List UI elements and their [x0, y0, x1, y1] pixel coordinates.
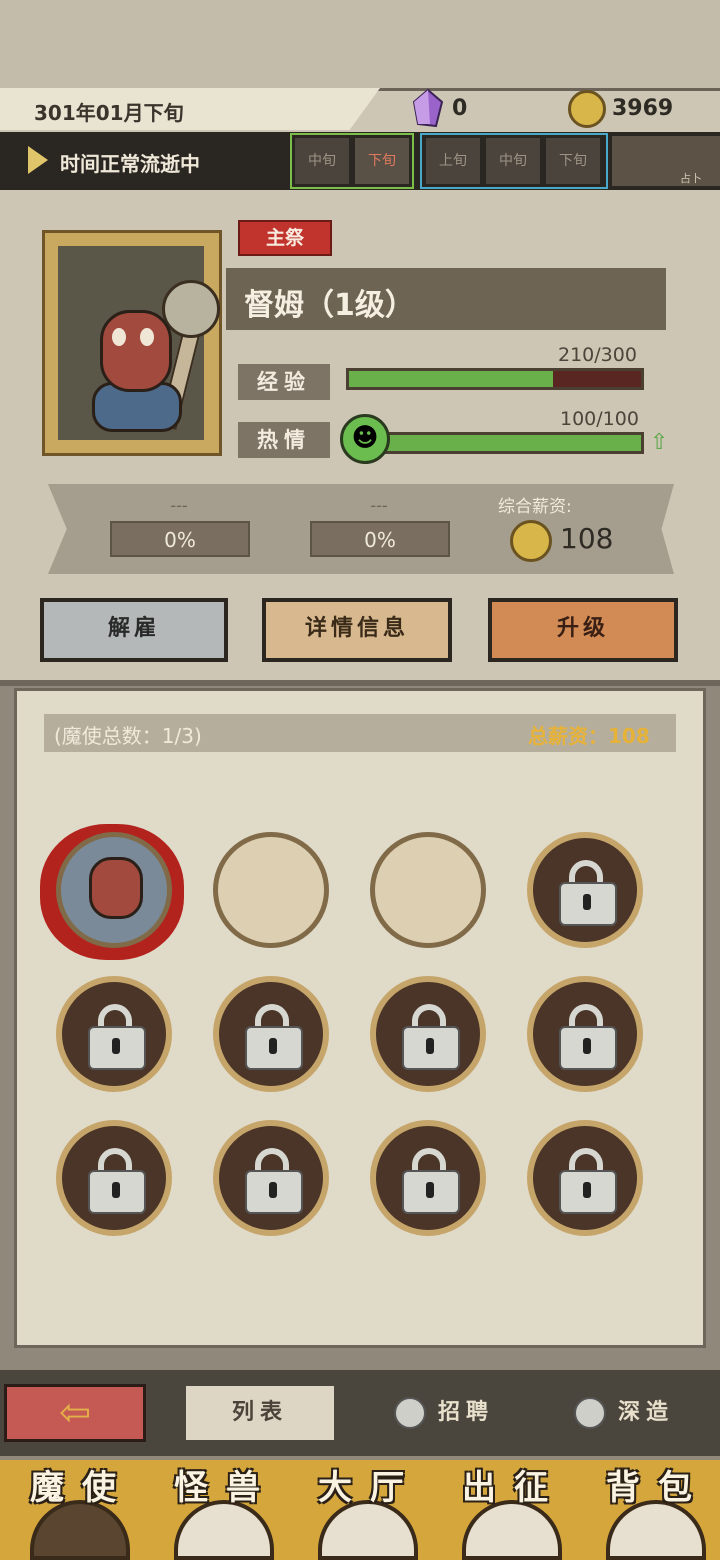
- tab-list[interactable]: 列表: [186, 1386, 334, 1440]
- keyhole-icon: [269, 1038, 277, 1054]
- smile-face-icon: ☻: [340, 414, 390, 464]
- nav-item-hall[interactable]: 大厅: [300, 1460, 440, 1509]
- back-button[interactable]: ⇦: [4, 1384, 146, 1442]
- staff-head-icon: [162, 280, 220, 338]
- upgrade-button[interactable]: 升级: [488, 598, 678, 662]
- top-frame: [0, 0, 720, 91]
- date-label: 301年01月下旬: [34, 101, 184, 125]
- time-cell-current: 下旬: [353, 136, 411, 186]
- gold-count: 3969: [612, 96, 674, 121]
- keyhole-icon: [269, 1182, 277, 1198]
- salary-value: 108: [560, 522, 614, 555]
- salary-slot-name: ---: [170, 496, 188, 515]
- keyhole-icon: [112, 1182, 120, 1198]
- envoy-portrait: [89, 857, 143, 919]
- time-cell: 上旬: [424, 136, 482, 186]
- time-cell: 中旬: [484, 136, 542, 186]
- envoy-count: (魔使总数：1/3): [54, 724, 202, 748]
- role-badge: 主祭: [238, 220, 332, 256]
- tab-deep[interactable]: 深造: [574, 1386, 674, 1440]
- locked-slot[interactable]: [370, 976, 486, 1092]
- salary-slot-1: --- 0%: [104, 496, 254, 566]
- locked-slot[interactable]: [370, 1120, 486, 1236]
- exp-value: 210/300: [558, 344, 637, 366]
- divination-label: 占卜: [680, 172, 702, 185]
- time-status: 时间正常流逝中: [60, 152, 200, 176]
- keyhole-icon: [426, 1182, 434, 1198]
- salary-slot-percent: 0%: [110, 521, 250, 557]
- total-salary: 总薪资：108: [528, 724, 650, 748]
- keyhole-icon: [426, 1038, 434, 1054]
- crystal-icon: [412, 88, 444, 128]
- exp-bar-fill: [349, 371, 554, 387]
- tab-deep-label: 深造: [618, 1400, 675, 1425]
- lock-icon: [574, 1397, 606, 1429]
- time-cell: 中旬: [293, 136, 351, 186]
- fire-button[interactable]: 解雇: [40, 598, 228, 662]
- time-cell: 下旬: [544, 136, 602, 186]
- empty-slot[interactable]: [370, 832, 486, 948]
- locked-slot[interactable]: [56, 1120, 172, 1236]
- lock-icon: [394, 1397, 426, 1429]
- exp-bar: [346, 368, 644, 390]
- locked-slot[interactable]: [527, 832, 643, 948]
- passion-bar-fill: [375, 435, 641, 451]
- character-eye: [112, 328, 126, 346]
- locked-slot[interactable]: [56, 976, 172, 1092]
- character-name: 督姆（1级）: [244, 288, 415, 323]
- crystal-count: 0: [452, 96, 468, 121]
- exp-label: 经验: [238, 364, 330, 400]
- locked-slot[interactable]: [527, 976, 643, 1092]
- passion-value: 100/100: [560, 408, 639, 430]
- tab-recruit[interactable]: 招聘: [394, 1386, 494, 1440]
- passion-label: 热情: [238, 422, 330, 458]
- envoy-slot[interactable]: [56, 832, 172, 948]
- locked-slot[interactable]: [527, 1120, 643, 1236]
- keyhole-icon: [583, 1182, 591, 1198]
- character-eye: [140, 328, 154, 346]
- tab-recruit-label: 招聘: [438, 1400, 495, 1425]
- salary-slot-percent: 0%: [310, 521, 450, 557]
- nav-item-expedition[interactable]: 出征: [444, 1460, 584, 1509]
- gold-coin-icon: [510, 520, 552, 562]
- keyhole-icon: [112, 1038, 120, 1054]
- divination-button[interactable]: [612, 136, 720, 186]
- keyhole-icon: [583, 894, 591, 910]
- locked-slot[interactable]: [213, 976, 329, 1092]
- detail-button[interactable]: 详情信息: [262, 598, 452, 662]
- salary-slot-name: ---: [370, 496, 388, 515]
- locked-slot[interactable]: [213, 1120, 329, 1236]
- salary-slot-2: --- 0%: [304, 496, 454, 566]
- up-arrow-icon: ⇧: [650, 430, 669, 455]
- passion-bar: [372, 432, 644, 454]
- play-icon[interactable]: [28, 146, 48, 174]
- nav-item-monster[interactable]: 怪兽: [156, 1460, 296, 1509]
- gold-coin-icon: [568, 90, 606, 128]
- empty-slot[interactable]: [213, 832, 329, 948]
- nav-item-backpack[interactable]: 背包: [588, 1460, 720, 1509]
- character-mask: [100, 310, 172, 392]
- nav-item-envoy[interactable]: 魔使: [12, 1460, 152, 1509]
- salary-label: 综合薪资:: [498, 497, 572, 517]
- keyhole-icon: [583, 1038, 591, 1054]
